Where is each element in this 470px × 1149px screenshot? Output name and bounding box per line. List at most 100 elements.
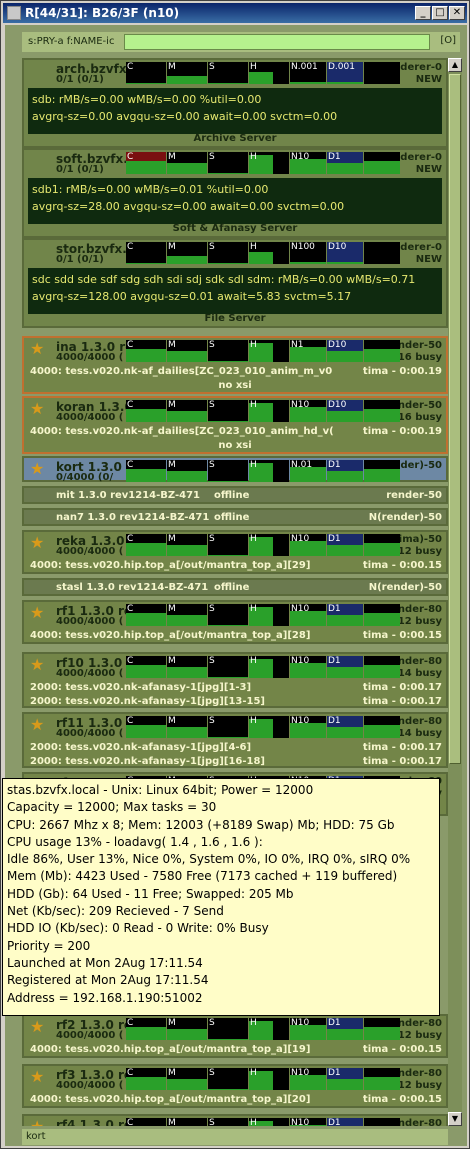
task-line: 2000: tess.v020.nk-afanasy-1[jpg][13-15]	[30, 696, 265, 707]
mem-graph: M	[167, 340, 207, 362]
extra-graph	[364, 460, 400, 482]
extra-graph-fill	[364, 161, 400, 174]
render-node[interactable]: ★ koran 1.3.0 4000/4000 (render-50 0:00.16 …	[22, 396, 448, 454]
offline-node[interactable]: mit 1.3.0 rev1214-BZ-471 offline render-50	[22, 486, 448, 504]
mem-graph: M	[167, 62, 207, 84]
swap-graph-fill	[208, 1089, 248, 1090]
disk-graph-fill	[327, 1029, 363, 1040]
net-graph: N10	[290, 152, 326, 174]
mem-graph-fill	[167, 1029, 207, 1040]
disk-graph: D1	[327, 716, 363, 738]
render-node[interactable]: ★ rf11 1.3.0 r 4000/4000 (render-80 0:00.14…	[22, 712, 448, 768]
title-bar[interactable]: R[44/31]: B26/3F (n10) _ □ ✕	[3, 3, 467, 23]
mem-graph-fill	[167, 411, 207, 422]
render-node[interactable]: ★ rf3 1.3.0 re 4000/4000 (render-80 0:00.12…	[22, 1064, 448, 1108]
mem-graph-label: M	[168, 152, 176, 162]
hdd-graph-fill	[249, 72, 273, 84]
mem-graph-fill	[167, 727, 207, 738]
net-graph: N100	[290, 242, 326, 264]
scroll-thumb[interactable]	[449, 74, 461, 764]
disk-io-panel: sdb: rMB/s=0.00 wMB/s=0.00 %util=0.00 avg…	[28, 88, 442, 134]
disk-graph: D1	[327, 656, 363, 678]
task-count: 0/1 (0/1)	[56, 164, 104, 175]
task-count: 4000/4000 (	[56, 1030, 124, 1041]
render-state: NEW	[415, 164, 442, 175]
server-node[interactable]: stor.bzvfx.l 0/1 (0/1) renderer-0 NEW C M S H N1…	[22, 238, 448, 328]
net-graph-fill	[290, 82, 326, 84]
render-name: N(render)-50	[368, 582, 442, 593]
cpu-graph-fill	[126, 409, 166, 422]
tooltip-line: Mem (Mb): 4423 Used - 7580 Free (7173 ca…	[7, 869, 398, 884]
disk-graph-label: D10	[328, 242, 347, 252]
task-count: 0/1 (0/1)	[56, 74, 104, 85]
minimize-button[interactable]: _	[415, 6, 431, 20]
list-scrollbar[interactable]: ▲ ▼	[448, 58, 462, 1126]
cpu-graph: C	[126, 656, 166, 678]
disk-graph: D1	[327, 1018, 363, 1040]
mem-graph-label: M	[168, 716, 176, 726]
mem-graph-fill	[167, 76, 207, 84]
filter-input[interactable]	[124, 34, 430, 50]
cpu-graph: C	[126, 1118, 166, 1126]
server-node[interactable]: arch.bzvfx. 0/1 (0/1) renderer-0 NEW C M S H N.0…	[22, 58, 448, 148]
cpu-graph: C	[126, 1068, 166, 1090]
mem-graph: M	[167, 1018, 207, 1040]
service-note: no xsi	[218, 440, 252, 451]
net-graph: N10	[290, 534, 326, 556]
disk-graph-label: D1	[328, 1018, 341, 1028]
swap-graph-fill	[208, 555, 248, 556]
task-line: 4000: tess.v020.hip.top_a[/out/mantra_to…	[30, 1094, 311, 1105]
render-node[interactable]: ★rf4 1.3.0 rerender-80CMSHN10D1	[22, 1114, 448, 1126]
cpu-graph-label: C	[127, 656, 134, 666]
cpu-graph: C	[126, 716, 166, 738]
cpu-graph-fill	[126, 613, 166, 626]
mem-graph-fill	[167, 1079, 207, 1090]
render-node[interactable]: ★ rf1 1.3.0 re 4000/4000 (render-80 0:00.12…	[22, 600, 448, 644]
net-graph: N10	[290, 1018, 326, 1040]
scroll-down-icon[interactable]: ▼	[448, 1112, 462, 1126]
extra-graph	[364, 716, 400, 738]
render-node[interactable]: ★ rf10 1.3.0 r 4000/4000 (render-80 0:00.14…	[22, 652, 448, 708]
offline-node[interactable]: stasl 1.3.0 rev1214-BZ-471 offline N(rende…	[22, 578, 448, 596]
io-stats-line: avgrq-sz=0.00 avgqu-sz=0.00 await=0.00 s…	[32, 110, 338, 123]
task-count: 4000/4000 (	[56, 1080, 124, 1091]
star-icon: ★	[30, 1067, 45, 1086]
swap-graph-fill	[208, 361, 248, 362]
swap-graph-label: S	[209, 152, 215, 162]
offline-node[interactable]: nan7 1.3.0 rev1214-BZ-471 offline N(render…	[22, 508, 448, 526]
hdd-graph-label: H	[250, 716, 257, 726]
mem-graph: M	[167, 400, 207, 422]
extra-graph-fill	[364, 409, 400, 422]
io-stats-line: sdb1: rMB/s=0.00 wMB/s=0.01 %util=0.00	[32, 183, 269, 196]
filter-mode-label[interactable]: s:PRY-a f:NAME-ic	[28, 36, 114, 47]
swap-graph-label: S	[209, 460, 215, 470]
swap-graph: S	[208, 242, 248, 264]
net-graph-label: N10	[291, 1118, 310, 1126]
render-node[interactable]: ★ reka 1.3.0 r 4000/4000 (n(tima)-50 0:00.1…	[22, 530, 448, 574]
scroll-up-icon[interactable]: ▲	[448, 58, 462, 72]
cpu-graph-label: C	[127, 716, 134, 726]
swap-graph-fill	[208, 263, 248, 264]
render-node[interactable]: ★ rf2 1.3.0 re 4000/4000 (render-80 0:00.12…	[22, 1014, 448, 1058]
filter-options-button[interactable]: [O]	[440, 35, 456, 46]
hdd-graph-label: H	[250, 152, 257, 162]
task-time: tima - 0:00.19	[362, 366, 442, 377]
render-node[interactable]: ★ ina 1.3.0 re 4000/4000 (render-50 0:00.16…	[22, 336, 448, 394]
disk-graph-fill	[327, 411, 363, 422]
maximize-button[interactable]: □	[432, 6, 448, 20]
swap-graph-label: S	[209, 1118, 215, 1126]
task-count: 0/1 (0/1)	[56, 254, 104, 265]
disk-graph-label: D1	[328, 1068, 341, 1078]
server-node[interactable]: soft.bzvfx.l 0/1 (0/1) renderer-0 NEW C M S H N1…	[22, 148, 448, 238]
render-node[interactable]: ★ kort 1.3.0 r 0/4000 (0/N(render)-50 C M S H N…	[22, 456, 448, 483]
render-state: NEW	[415, 74, 442, 85]
mem-graph: M	[167, 604, 207, 626]
cpu-graph-fill	[126, 543, 166, 556]
swap-graph-label: S	[209, 534, 215, 544]
disk-graph: D10	[327, 400, 363, 422]
close-button[interactable]: ✕	[449, 6, 465, 20]
tooltip-line: stas.bzvfx.local - Unix: Linux 64bit; Po…	[7, 783, 314, 797]
cpu-graph: C	[126, 242, 166, 264]
disk-graph: D1	[327, 1068, 363, 1090]
extra-graph-fill	[364, 725, 400, 738]
